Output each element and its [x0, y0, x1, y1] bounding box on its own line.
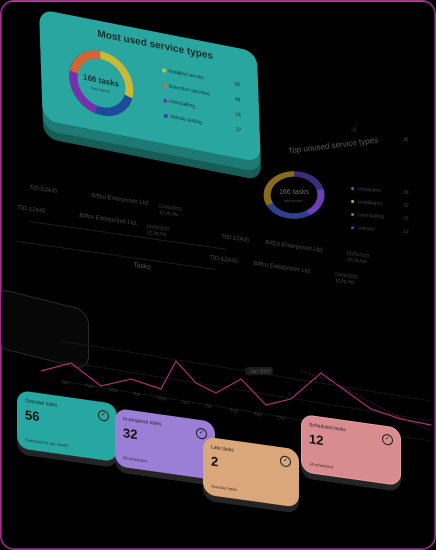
- legend-value: 19: [402, 215, 409, 222]
- company-name: Biffco Enterprises Ltd.: [264, 239, 324, 255]
- unused-legend-item: Uninstalling 19: [350, 212, 409, 222]
- row-divider: [16, 241, 216, 270]
- task-id: TID-12445: [220, 234, 250, 244]
- legend-label: Vehicle testing: [169, 113, 203, 127]
- legend-value: 37: [235, 126, 242, 134]
- legend-dot: [350, 199, 355, 204]
- unused-legend-item: Vehicle 12: [350, 225, 409, 235]
- x-tick-label: Feb: [85, 383, 95, 390]
- app-frame: TID-12445 Biffco Enterprises Ltd. 01/05/…: [0, 0, 436, 550]
- legend-value: 12: [402, 228, 409, 236]
- status-card-value: 2: [211, 453, 219, 470]
- company-name: Biffco Enterprises Ltd.: [252, 260, 312, 276]
- legend-value: 18: [235, 111, 241, 119]
- unused-legend-item: Installation 32: [350, 199, 409, 209]
- legend-label: Uninstalling: [357, 212, 385, 221]
- chart-tag-text: Jan 2023: [250, 369, 271, 375]
- unused-legend-item: Inspection 28: [350, 186, 409, 196]
- x-tick-label: Mar: [109, 387, 119, 394]
- check-circle-icon: ✓: [196, 427, 207, 440]
- legend-dot: [163, 113, 168, 119]
- top-unused-center-sub: this month: [284, 198, 302, 203]
- legend-value: 28: [234, 81, 240, 89]
- check-circle-icon: ✓: [98, 409, 109, 422]
- check-circle-icon: ✓: [280, 455, 291, 468]
- most-used-center-sub: this month: [91, 85, 110, 94]
- top-unused-donut: 166 tasks this month: [263, 171, 325, 219]
- x-tick-label: Jun: [181, 399, 190, 406]
- legend-label: Detection services: [168, 83, 210, 98]
- most-used-donut: 166 tasks this month: [69, 50, 134, 117]
- status-card-sub: Overdue tasks: [211, 483, 237, 493]
- status-card-value: 32: [123, 425, 138, 443]
- legend-dot: [350, 226, 355, 230]
- task-id: TID-12445: [28, 185, 58, 195]
- status-card[interactable]: Late tasks 2 Overdue tasks ✓: [203, 436, 299, 508]
- task-id: TID-12445: [16, 205, 46, 215]
- x-tick-label: Sep: [253, 411, 263, 418]
- legend-value: 28: [402, 189, 409, 196]
- task-id: TID-12445: [208, 255, 238, 265]
- legend-dot: [162, 68, 167, 73]
- x-tick-label: Apr: [133, 391, 142, 398]
- top-unused-center-value: 166 tasks: [279, 189, 309, 196]
- legend-dot: [350, 186, 355, 191]
- check-circle-icon: ✓: [382, 433, 393, 446]
- company-name: Biffco Enterprises Ltd.: [90, 192, 150, 208]
- top-unused-expand-icon[interactable]: ✕: [403, 136, 409, 144]
- dashboard-scene: TID-12445 Biffco Enterprises Ltd. 01/05/…: [1, 1, 435, 549]
- most-used-card: Most used service types 166 tasks this m…: [39, 9, 261, 163]
- legend-label: Vehicle: [357, 225, 375, 233]
- legend-dot: [350, 212, 355, 217]
- legend-label: Inspection: [357, 186, 381, 195]
- status-card-sub: 14 scheduled: [309, 461, 333, 470]
- legend-label: Uninstalling: [169, 98, 196, 110]
- status-card-value: 56: [25, 407, 40, 425]
- status-card-value: 12: [309, 431, 324, 449]
- legend-label: Installation: [357, 199, 383, 208]
- x-tick-label: Oct: [277, 415, 286, 422]
- legend-dot: [163, 98, 168, 104]
- x-tick-label: May: [157, 395, 168, 402]
- company-name: Biffco Enterprises Ltd.: [78, 212, 138, 228]
- x-tick-label: Jul: [205, 403, 212, 410]
- status-card-sub: Compared to last month: [25, 437, 68, 449]
- legend-value: 32: [402, 202, 409, 209]
- legend-label: Installed service: [168, 68, 205, 82]
- legend-dot: [162, 83, 167, 89]
- tasks-label: Tasks: [132, 261, 152, 272]
- legend-value: 48: [234, 96, 241, 104]
- status-card-title: Late tasks: [211, 444, 234, 454]
- status-card-sub: 58 scheduled: [123, 455, 147, 464]
- top-unused-chart-icon[interactable]: ⫶ıl: [351, 127, 356, 135]
- top-unused-title: Top unused service types: [287, 135, 379, 156]
- x-tick-label: Aug: [229, 407, 239, 414]
- x-tick-label: Jan: [61, 379, 70, 386]
